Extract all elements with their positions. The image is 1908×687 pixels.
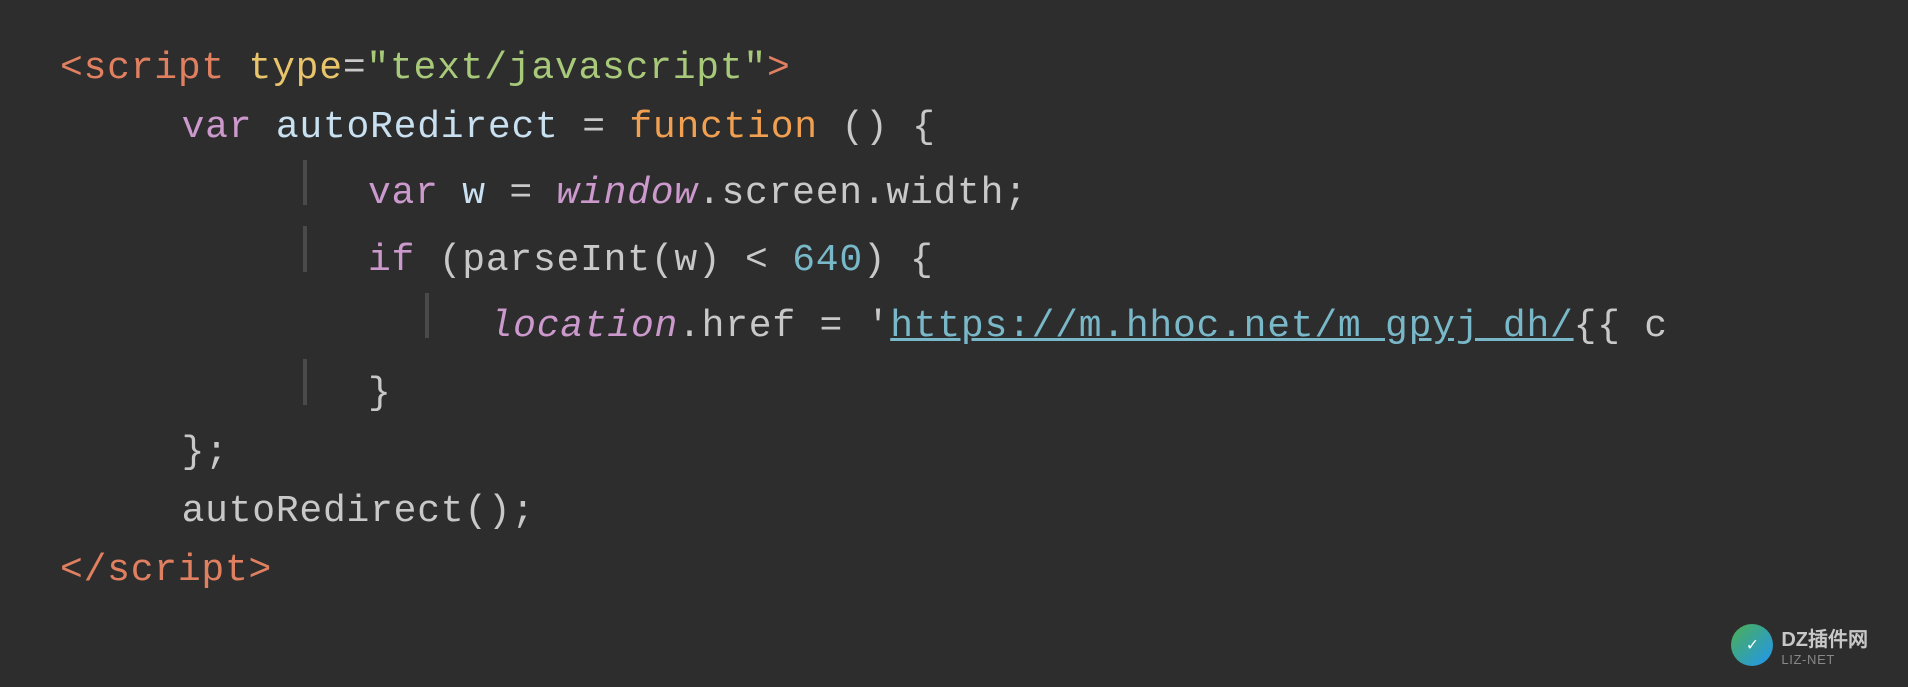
close-brace-1: } (368, 365, 392, 424)
watermark-main-text: DZ插件网 (1781, 623, 1868, 652)
obj-location: location (490, 298, 679, 357)
tag-open: < (60, 40, 84, 99)
eq2: = (509, 165, 556, 224)
lt-operator: < (721, 232, 792, 291)
equals: = (343, 40, 367, 99)
tag-name-script-close: script (107, 542, 248, 601)
indent-guide-3 (425, 293, 429, 339)
template-tag: {{ c (1574, 298, 1668, 357)
code-container: <script type="text/javascript"> var auto… (0, 0, 1908, 687)
code-line-3: var w = window.screen.width; (60, 158, 1848, 224)
parseint: parseInt (462, 232, 651, 291)
prop-screen-width: .screen.width; (698, 165, 1028, 224)
space (225, 40, 249, 99)
var-w: w (439, 165, 510, 224)
indent-guide (303, 160, 307, 206)
watermark-icon: ✓ (1731, 624, 1773, 666)
str-quote: ' (867, 298, 891, 357)
if-rest: ) { (863, 232, 934, 291)
code-line-7: }; (60, 424, 1848, 483)
tag-close-open: </ (60, 542, 107, 601)
watermark-sub-text: LIZ-NET (1781, 652, 1868, 667)
kw-var-2: var (368, 165, 439, 224)
code-line-8: autoRedirect(); (60, 483, 1848, 542)
tag-close-bracket: > (249, 542, 273, 601)
var-autoredirect: autoRedirect (252, 99, 582, 158)
attr-value: "text/javascript" (366, 40, 767, 99)
eq3: = (796, 298, 867, 357)
fn-rest: () { (818, 99, 936, 158)
code-line-4: if (parseInt(w) < 640) { (60, 224, 1848, 290)
indent-guide-2 (303, 226, 307, 272)
code-line-6: } (60, 357, 1848, 423)
kw-if: if (368, 232, 415, 291)
indent-guide-4 (303, 359, 307, 405)
kw-var-1: var (182, 99, 253, 158)
code-line-5: location.href = 'https://m.hhoc.net/m_gp… (60, 291, 1848, 357)
code-line-9: </script> (60, 542, 1848, 601)
num-640: 640 (792, 232, 863, 291)
code-line-1: <script type="text/javascript"> (60, 40, 1848, 99)
attr-type: type (249, 40, 343, 99)
watermark: ✓ DZ插件网 LIZ-NET (1731, 623, 1868, 667)
code-line-2: var autoRedirect = function () { (60, 99, 1848, 158)
url-link[interactable]: https://m.hhoc.net/m_gpyj_dh/ (890, 298, 1573, 357)
check-icon: ✓ (1747, 634, 1758, 656)
fn-call: autoRedirect(); (182, 483, 535, 542)
tag-close: > (767, 40, 791, 99)
kw-function: function (629, 99, 818, 158)
paren-open: ( (415, 232, 462, 291)
tag-name-script: script (84, 40, 225, 99)
code-block: <script type="text/javascript"> var auto… (60, 40, 1848, 600)
prop-href: .href (678, 298, 796, 357)
eq: = (582, 99, 629, 158)
parseint-arg: (w) (651, 232, 722, 291)
watermark-text-block: DZ插件网 LIZ-NET (1781, 623, 1868, 667)
close-brace-2: }; (182, 424, 229, 483)
obj-window: window (557, 165, 698, 224)
